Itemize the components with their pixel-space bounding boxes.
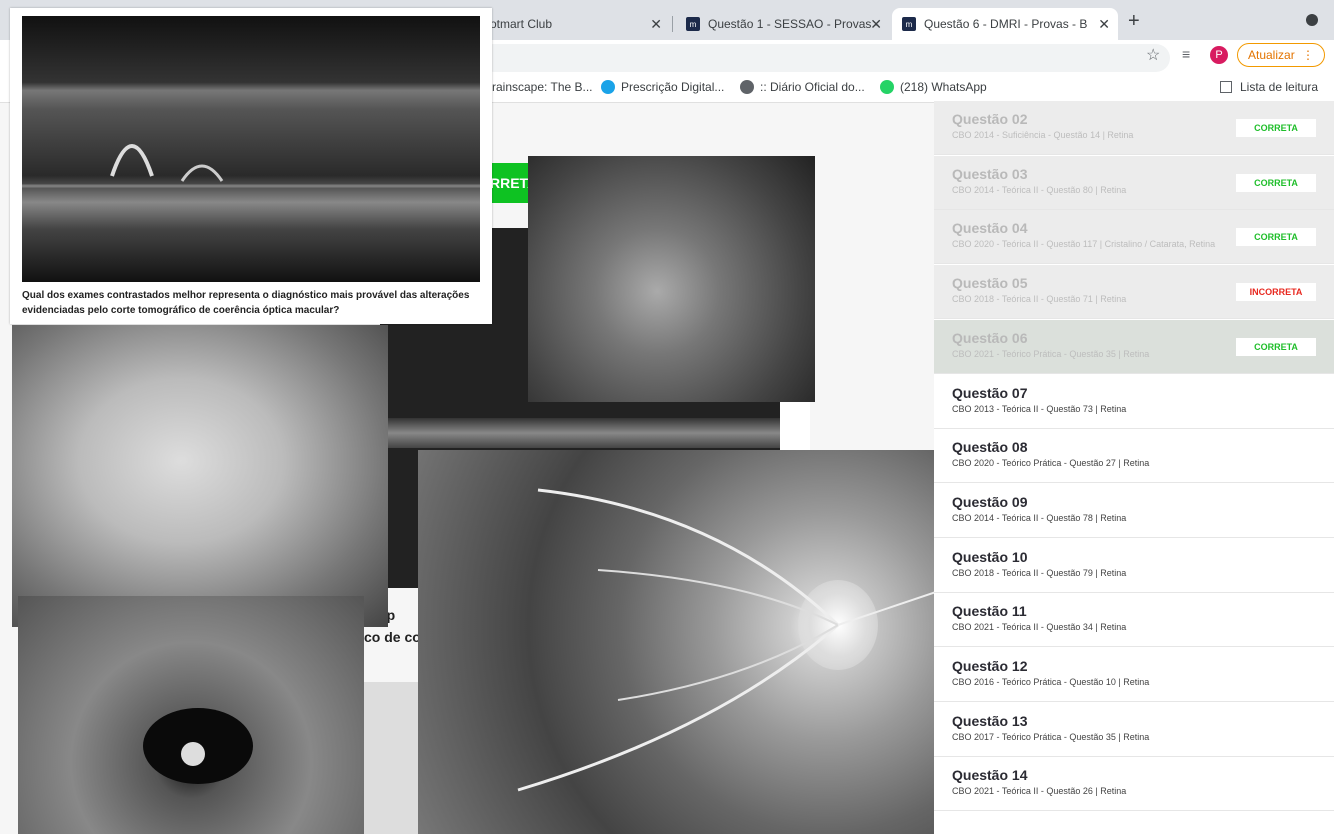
background-strip — [364, 682, 424, 834]
tab-label: Questão 6 - DMRI - Provas - B — [924, 17, 1088, 31]
close-icon[interactable]: ✕ — [1098, 16, 1110, 33]
oct-scan-image — [22, 16, 480, 282]
bookmark-brainscape[interactable]: rainscape: The B... — [492, 80, 593, 94]
oct-question-caption: Qual dos exames contrastados melhor repr… — [22, 290, 470, 316]
question-meta: CBO 2021 - Teórico Prática - Questão 35 … — [952, 348, 1150, 359]
question-list-item[interactable]: Questão 14 CBO 2021 - Teórica II - Questã… — [934, 757, 1334, 812]
question-title: Questão 10 — [952, 548, 1028, 565]
question-list-item[interactable]: Questão 08 CBO 2020 - Teórico Prática - Q… — [934, 429, 1334, 484]
question-list-item[interactable]: Questão 02 CBO 2014 - Suficiência - Quest… — [934, 101, 1334, 155]
question-meta: CBO 2021 - Teórica II - Questão 34 | Ret… — [952, 622, 1127, 633]
question-list-item[interactable]: Questão 12 CBO 2016 - Teórico Prática - Q… — [934, 648, 1334, 702]
question-meta: CBO 2014 - Teórica II - Questão 78 | Ret… — [952, 512, 1127, 523]
reading-list-label: Lista de leitura — [1240, 80, 1319, 94]
bookmark-diario-oficial[interactable]: :: Diário Oficial do... — [740, 80, 865, 94]
question-title: Questão 13 — [952, 712, 1028, 729]
status-badge: CORRETA — [1236, 173, 1316, 192]
question-meta: CBO 2020 - Teórico Prática - Questão 27 … — [952, 458, 1150, 469]
question-title: Questão 14 — [952, 767, 1028, 784]
tab-hotmart[interactable]: otmart Club ✕ — [480, 8, 670, 40]
update-label: Atualizar — [1248, 48, 1295, 62]
reading-list-icon — [1220, 81, 1232, 93]
tab-label: otmart Club — [490, 17, 553, 31]
question-list-item[interactable]: Questão 09 CBO 2014 - Teórica II - Questã… — [934, 484, 1334, 538]
address-bar[interactable] — [480, 44, 1170, 72]
question-title: Questão 09 — [952, 493, 1028, 510]
tab-divider — [672, 16, 673, 32]
vessels-drawing — [517, 488, 942, 792]
question-list-item[interactable]: Questão 11 CBO 2021 - Teórica II - Questã… — [934, 593, 1334, 648]
oct-question-card: Qual dos exames contrastados melhor repr… — [10, 8, 492, 324]
reading-list-icon[interactable]: ≡ — [1182, 46, 1190, 62]
question-meta: CBO 2020 - Teórica II - Questão 117 | Cr… — [952, 239, 1216, 250]
bookmark-label: rainscape: The B... — [492, 80, 593, 94]
tab-label: Questão 1 - SESSAO - Provas - — [708, 17, 879, 31]
bookmark-label: Prescrição Digital... — [621, 80, 725, 94]
question-meta: CBO 2016 - Teórico Prática - Questão 10 … — [952, 677, 1150, 687]
question-meta: CBO 2017 - Teórico Prática - Questão 35 … — [952, 731, 1150, 742]
question-meta: CBO 2021 - Teórica II - Questão 26 | Ret… — [952, 786, 1127, 797]
retina-band — [380, 418, 780, 448]
tab-questao-1[interactable]: m Questão 1 - SESSAO - Provas - ✕ — [676, 8, 890, 40]
status-badge: CORRETA — [1236, 228, 1316, 247]
status-badge: INCORRETA — [1236, 283, 1316, 302]
question-title: Questão 11 — [952, 603, 1027, 620]
question-line: co de co — [364, 629, 421, 645]
site-favicon-icon: m — [686, 17, 700, 31]
question-list-item[interactable]: Questão 05 CBO 2018 - Teórica II - Questã… — [934, 265, 1334, 320]
question-meta: CBO 2014 - Teórica II - Questão 80 | Ret… — [952, 184, 1127, 195]
angiography-image-1 — [528, 156, 815, 402]
autofluorescence-image — [12, 325, 388, 627]
angiography-image-2 — [18, 596, 364, 834]
site-favicon-icon: m — [902, 17, 916, 31]
reading-list-button[interactable]: Lista de leitura — [1220, 80, 1318, 94]
close-icon[interactable]: ✕ — [650, 16, 662, 33]
question-list-item[interactable]: Questão 04 CBO 2020 - Teórica II - Questã… — [934, 210, 1334, 265]
avatar[interactable]: P — [1210, 46, 1228, 64]
question-meta: CBO 2018 - Teórica II - Questão 79 | Ret… — [952, 567, 1127, 578]
lesion-drawing — [143, 708, 253, 784]
tab-search-icon[interactable] — [1306, 14, 1318, 26]
question-meta: CBO 2018 - Teórica II - Questão 71 | Ret… — [952, 294, 1127, 305]
question-list-item[interactable]: Questão 06 CBO 2021 - Teórico Prática - Q… — [934, 319, 1334, 374]
bookmark-prescricao[interactable]: Prescrição Digital... — [601, 80, 724, 94]
oct-scan-drawing — [22, 144, 480, 188]
kebab-menu-icon: ⋮ — [1302, 48, 1314, 62]
question-list-item[interactable]: Questão 07 CBO 2013 - Teórica II - Questã… — [934, 375, 1334, 429]
question-title: Questão 12 — [952, 658, 1028, 674]
bookmark-star-icon[interactable]: ☆ — [1146, 45, 1160, 65]
status-badge: CORRETA — [1236, 119, 1316, 137]
update-button[interactable]: Atualizar ⋮ — [1237, 43, 1325, 67]
globe-icon — [740, 80, 754, 94]
new-tab-button[interactable]: + — [1128, 10, 1140, 33]
bookmark-label: :: Diário Oficial do... — [760, 80, 865, 94]
question-list-item[interactable]: Questão 13 CBO 2017 - Teórico Prática - Q… — [934, 703, 1334, 757]
question-list-sidebar: Questão 02 CBO 2014 - Suficiência - Quest… — [934, 101, 1334, 834]
fluorescein-angiography-image — [418, 450, 942, 834]
question-meta: CBO 2013 - Teórica II - Questão 73 | Ret… — [952, 403, 1127, 414]
question-list-item[interactable]: Questão 10 CBO 2018 - Teórica II - Questã… — [934, 539, 1334, 593]
close-icon[interactable]: ✕ — [870, 16, 882, 33]
status-badge: CORRETA — [1236, 337, 1316, 356]
question-meta: CBO 2014 - Suficiência - Questão 14 | Re… — [952, 130, 1134, 140]
question-list-item[interactable]: Questão 03 CBO 2014 - Teórica II - Questã… — [934, 155, 1334, 210]
tab-questao-6[interactable]: m Questão 6 - DMRI - Provas - B ✕ — [892, 8, 1118, 40]
prescricao-icon — [601, 80, 615, 94]
bookmark-whatsapp[interactable]: (218) WhatsApp — [880, 80, 987, 94]
whatsapp-icon — [880, 80, 894, 94]
bookmark-label: (218) WhatsApp — [900, 80, 987, 94]
question-title: Questão 07 — [952, 384, 1028, 401]
question-title: Questão 08 — [952, 439, 1028, 456]
